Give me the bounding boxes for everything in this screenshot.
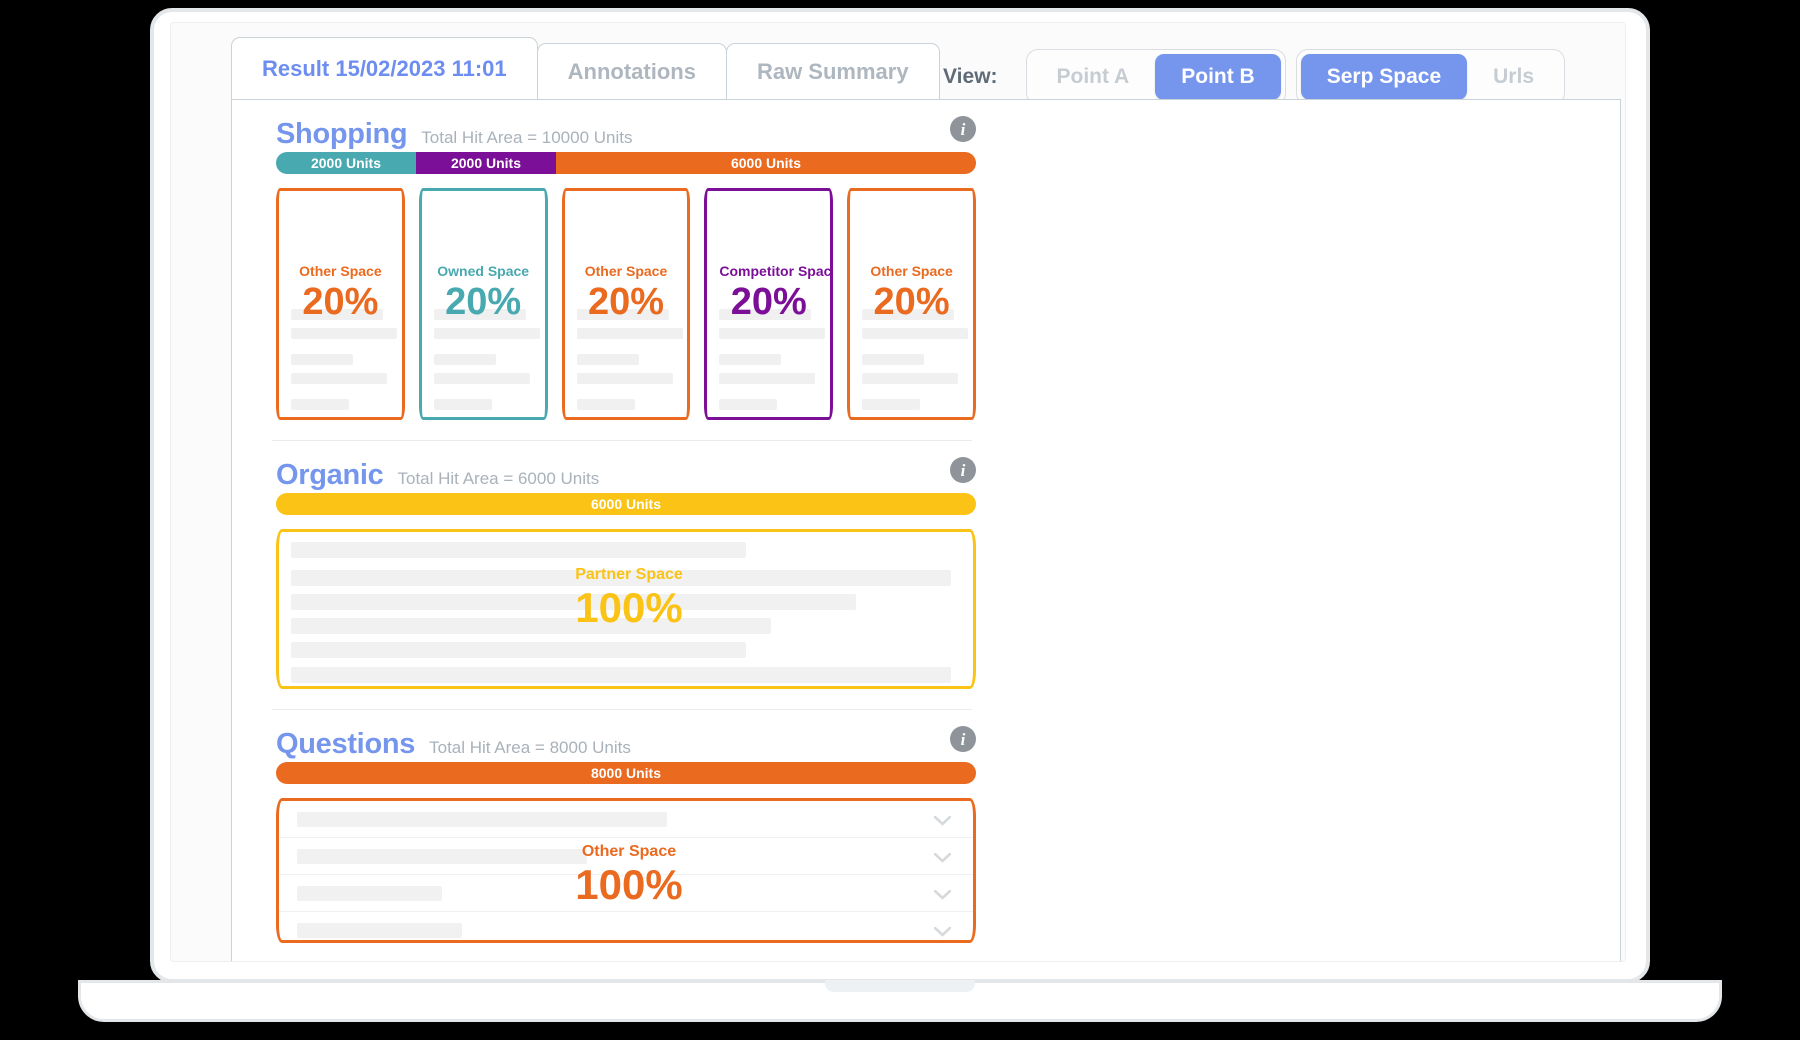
section-title: Organic [276,459,384,491]
skeleton-line [862,399,921,410]
skeleton-line [291,373,387,384]
skeleton-line [433,399,492,410]
view-space-group: Serp Space Urls [1295,49,1565,105]
skeleton-line [291,667,951,683]
section-subtitle: Total Hit Area = 10000 Units [421,128,633,147]
section-shopping: Shopping Total Hit Area = 10000 Units i 200… [276,100,976,420]
view-pill-urls[interactable]: Urls [1467,54,1560,100]
skeleton-line [862,328,969,339]
card-spacer [577,201,676,263]
card-label: Other Space [870,263,953,279]
card-label: Other Space [584,263,668,279]
units-bar: 8000 Units [276,762,976,784]
skeleton-line [719,328,826,339]
section-header: Questions Total Hit Area = 8000 Units i [276,710,976,760]
tab-0[interactable]: Result 15/02/2023 11:01 [231,37,538,99]
skeleton-line [576,354,639,365]
card-row: Other Space 20% Owned Space 20% Other Space 2… [276,188,976,420]
card-spacer [719,201,818,263]
card-percentage: 20% [445,281,522,323]
card-label: Competitor Space [719,263,834,279]
serp-card[interactable]: Other Space 20% [276,188,405,420]
skeleton-line [719,373,816,384]
card-label: Other Space [299,263,382,279]
skeleton-line [719,399,778,410]
serp-card[interactable]: Competitor Space 20% [704,188,834,420]
section-subtitle: Total Hit Area = 6000 Units [397,469,600,488]
view-switcher: View: Point A Point B Serp Space Urls [943,49,1565,105]
view-pill-point-a[interactable]: Point A [1031,54,1156,100]
chevron-down-icon[interactable] [933,924,952,937]
skeleton-line [862,373,959,384]
card-spacer [434,201,533,263]
units-bar-segment: 8000 Units [276,762,976,784]
card-spacer [862,201,961,263]
card-percentage: 100% [575,861,683,908]
skeleton-line [297,812,667,827]
card-spacer [291,201,390,263]
laptop-mockup: Result 15/02/2023 11:01 Annotations Raw Su… [78,0,1722,1040]
skeleton-line [576,373,673,384]
view-pill-point-b[interactable]: Point B [1155,54,1281,100]
question-row[interactable] [279,801,973,838]
card-label: Other Space [581,843,677,860]
serp-card[interactable]: Other Space 20% [561,188,691,420]
tab-2[interactable]: Raw Summary [725,43,940,99]
panel-scroll-area[interactable]: Shopping Total Hit Area = 10000 Units i 200… [232,100,1620,961]
questions-result-card[interactable]: Other Space 100% [276,798,976,943]
units-bar-segment: 6000 Units [556,152,976,174]
section-title: Questions [276,728,416,760]
card-percentage: 20% [587,281,665,323]
skeleton-line [433,373,530,384]
view-pill-serp-space[interactable]: Serp Space [1300,54,1468,100]
view-point-group: Point A Point B [1025,49,1286,105]
info-icon[interactable]: i [950,457,976,483]
skeleton-line [291,354,353,365]
card-percentage: 20% [730,281,807,323]
skeleton-line [576,399,635,410]
card-label: Owned Space [437,263,530,279]
card-overlay: Other Space 100% [279,843,973,909]
skeleton-line [291,399,349,410]
section-title: Shopping [276,118,408,150]
laptop-screen: Result 15/02/2023 11:01 Annotations Raw Su… [170,22,1626,962]
section-header: Shopping Total Hit Area = 10000 Units i [276,100,976,150]
tab-1[interactable]: Annotations [536,43,727,99]
units-bar-segment: 2000 Units [416,152,556,174]
card-percentage: 20% [302,281,379,323]
question-row[interactable] [279,912,973,940]
units-bar-segment: 6000 Units [276,493,976,515]
section-organic: Organic Total Hit Area = 6000 Units i 6000 … [276,441,976,689]
skeleton-line [862,354,925,365]
info-icon[interactable]: i [950,726,976,752]
skeleton-line [433,354,496,365]
organic-result-card[interactable]: Partner Space 100% [276,529,976,689]
skeleton-line [719,354,782,365]
section-subtitle: Total Hit Area = 8000 Units [429,738,631,757]
serp-card[interactable]: Other Space 20% [847,188,976,420]
skeleton-line [297,923,462,938]
skeleton-line [576,328,683,339]
units-bar: 2000 Units 2000 Units 6000 Units [276,152,976,174]
section-header: Organic Total Hit Area = 6000 Units i [276,441,976,491]
app-root: Result 15/02/2023 11:01 Annotations Raw Su… [171,23,1625,961]
skeleton-line [291,542,746,558]
skeleton-line [433,328,540,339]
units-bar: 6000 Units [276,493,976,515]
skeleton-line [291,328,397,339]
content-panel: Shopping Total Hit Area = 10000 Units i 200… [231,99,1621,961]
chevron-down-icon[interactable] [933,813,952,826]
card-overlay: Partner Space 100% [279,566,973,632]
skeleton-line [291,642,746,658]
view-label: View: [943,65,998,88]
info-icon[interactable]: i [950,116,976,142]
units-bar-segment: 2000 Units [276,152,416,174]
card-percentage: 100% [575,584,683,631]
serp-card[interactable]: Owned Space 20% [418,188,548,420]
section-questions: Questions Total Hit Area = 8000 Units i 800… [276,710,976,943]
laptop-notch [825,980,975,992]
card-label: Partner Space [575,566,683,583]
card-percentage: 20% [873,281,950,323]
